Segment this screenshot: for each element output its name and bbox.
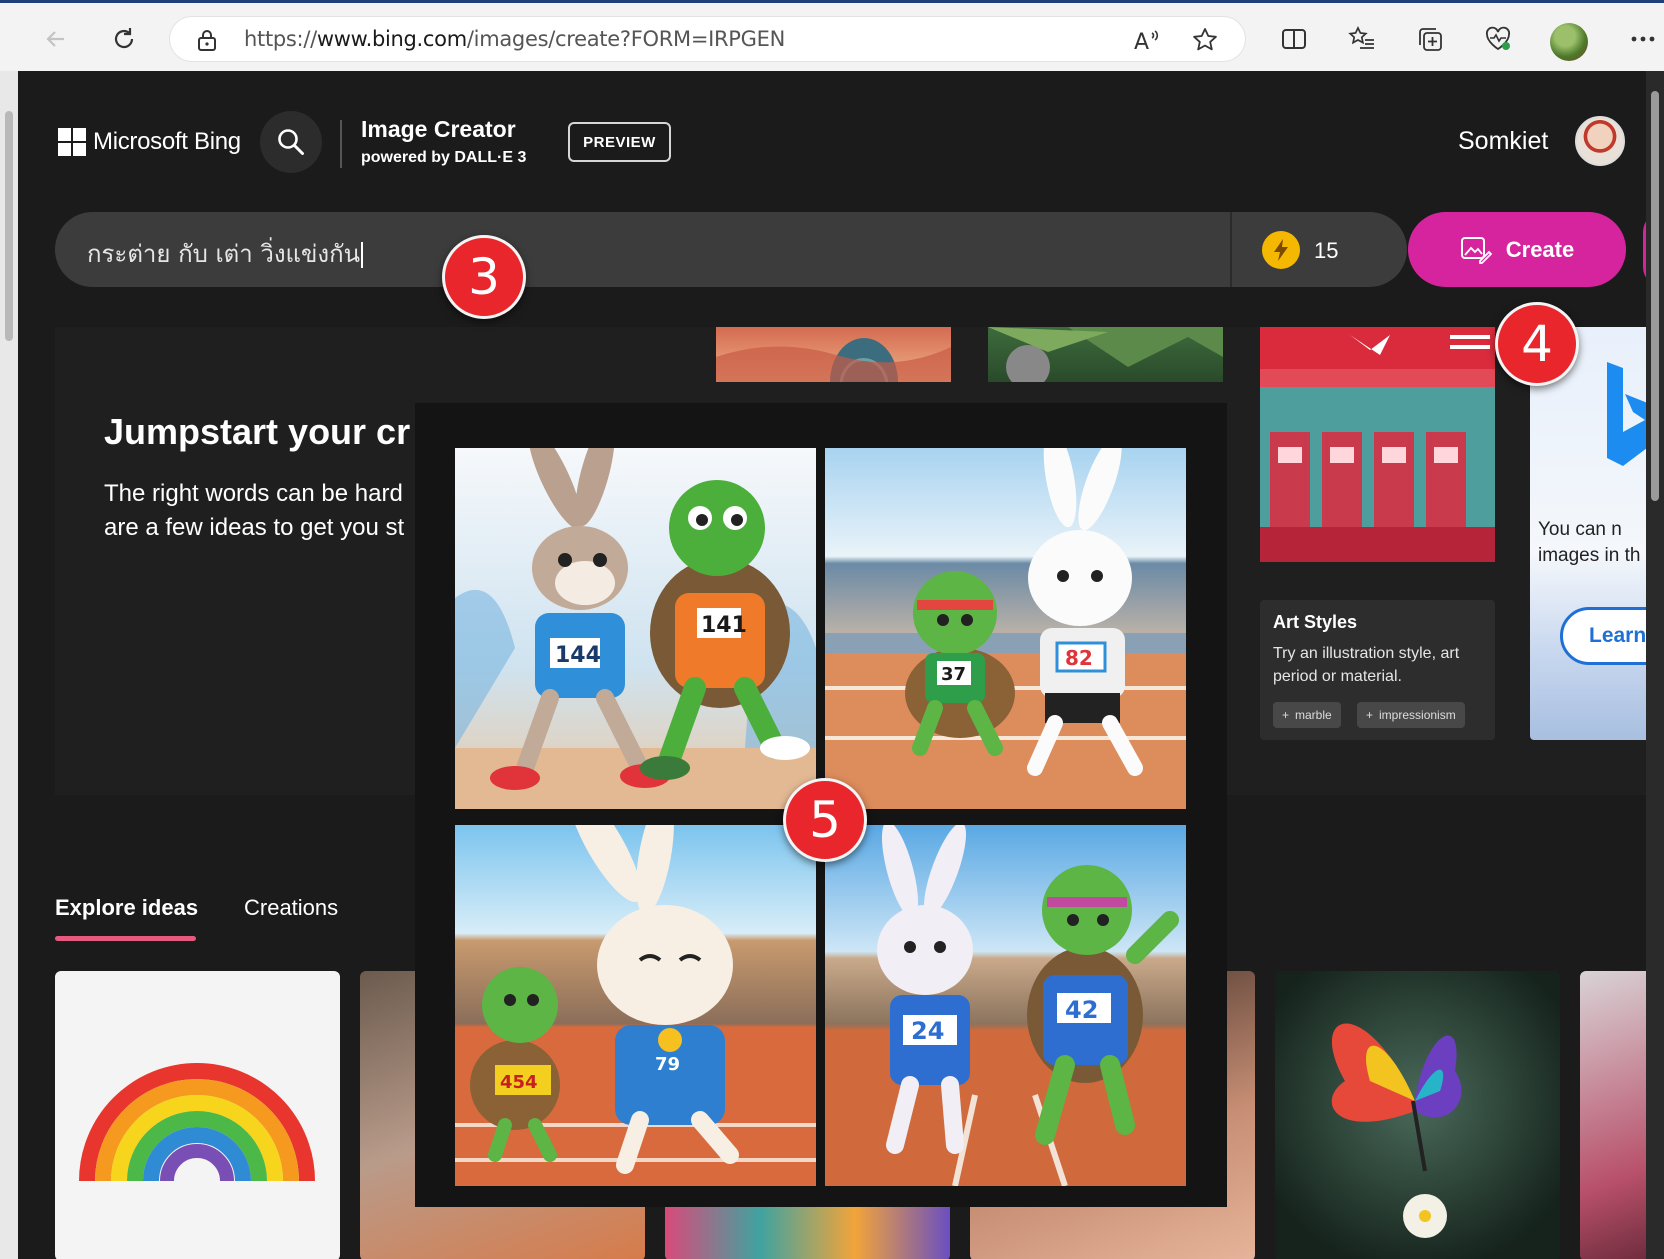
result-image-1[interactable]: 144 141	[455, 448, 816, 809]
callout-5: 5	[783, 778, 867, 862]
explore-card-butterfly[interactable]	[1275, 971, 1560, 1259]
brand-name[interactable]: Microsoft Bing	[93, 128, 241, 156]
split-screen-icon[interactable]	[1276, 21, 1312, 57]
result-4-rabbit-bib: 24	[911, 1017, 944, 1045]
result-image-2[interactable]: 37 82	[825, 448, 1186, 809]
favorites-icon[interactable]	[1344, 21, 1380, 57]
example-image-balloon[interactable]	[716, 327, 951, 382]
app-subtitle: powered by DALL·E 3	[361, 149, 527, 166]
sidebar-strip	[0, 71, 18, 1259]
bing-b-logo-icon	[1607, 362, 1646, 466]
text-caret	[361, 242, 364, 268]
tab-creations[interactable]: Creations	[244, 895, 338, 921]
boost-bolt-icon[interactable]	[1262, 231, 1300, 269]
refresh-icon[interactable]	[106, 21, 142, 57]
hero-title: Jumpstart your cr	[104, 411, 411, 452]
back-icon[interactable]	[38, 21, 74, 57]
browser-essentials-icon[interactable]	[1480, 21, 1516, 57]
create-label: Create	[1505, 236, 1575, 262]
read-aloud-icon[interactable]: A	[1132, 25, 1162, 55]
result-2-turtle-bib: 37	[941, 664, 966, 685]
art-styles-title: Art Styles	[1273, 612, 1358, 632]
prompt-bar: กระต่าย กับ เต่า วิ่งแข่งกัน 15	[55, 212, 1407, 287]
preview-badge: PREVIEW	[568, 122, 671, 162]
art-styles-card[interactable]: Art Styles Try an illustration style, ar…	[1260, 600, 1495, 740]
partial-button-edge[interactable]	[1643, 212, 1646, 287]
active-tab-indicator	[55, 936, 196, 941]
svg-text:A: A	[1134, 30, 1149, 53]
profile-icon[interactable]	[1550, 23, 1588, 61]
search-icon	[278, 129, 304, 155]
boost-count: 15	[1314, 238, 1339, 263]
learn-more-button[interactable]: Learn	[1560, 607, 1646, 665]
tab-explore-ideas[interactable]: Explore ideas	[55, 895, 198, 921]
art-styles-description: Try an illustration style, art period or…	[1273, 645, 1460, 685]
search-button[interactable]	[260, 111, 322, 173]
promo-text: You can n images in th	[1538, 519, 1641, 566]
result-1-rabbit-bib: 144	[555, 643, 601, 668]
header-divider	[340, 120, 342, 168]
url-text: https://www.bing.com/images/create?FORM=…	[244, 27, 786, 51]
chip-marble[interactable]: + marble	[1273, 702, 1341, 728]
more-icon[interactable]	[1625, 21, 1661, 57]
result-image-4[interactable]: 24 42	[825, 825, 1186, 1186]
user-avatar[interactable]	[1575, 116, 1625, 166]
app-title[interactable]: Image Creator	[361, 116, 516, 143]
favorite-star-icon[interactable]	[1190, 25, 1220, 55]
chip-impressionism[interactable]: + impressionism	[1357, 702, 1465, 728]
explore-card-rainbow[interactable]	[55, 971, 340, 1259]
lock-icon[interactable]	[192, 25, 222, 55]
plus-icon: +	[1282, 708, 1290, 722]
page-scrollbar[interactable]	[1646, 71, 1664, 1259]
scrollbar-thumb[interactable]	[1651, 91, 1659, 501]
art-styles-image[interactable]	[1260, 327, 1495, 562]
hero-description: The right words can be hard are a few id…	[104, 480, 405, 541]
user-name[interactable]: Somkiet	[1458, 127, 1548, 156]
example-image-forest[interactable]	[988, 327, 1223, 382]
explore-card-splash[interactable]	[1580, 971, 1646, 1259]
create-button[interactable]: Create	[1408, 212, 1626, 287]
result-1-turtle-bib: 141	[701, 613, 747, 638]
plus-icon: +	[1366, 708, 1374, 722]
result-3-rabbit-bib: 79	[655, 1054, 680, 1075]
result-image-3[interactable]: 79 454	[455, 825, 816, 1186]
result-3-turtle-bib: 454	[500, 1072, 538, 1093]
address-bar[interactable]: https://www.bing.com/images/create?FORM=…	[170, 17, 1245, 61]
prompt-divider	[1230, 212, 1232, 287]
prompt-input[interactable]: กระต่าย กับ เต่า วิ่งแข่งกัน	[87, 234, 364, 273]
result-2-rabbit-bib: 82	[1065, 646, 1093, 670]
microsoft-logo-icon[interactable]	[58, 128, 86, 156]
promo-card[interactable]: You can n images in th Learn	[1530, 327, 1646, 740]
create-image-icon	[1460, 236, 1492, 264]
browser-toolbar: https://www.bing.com/images/create?FORM=…	[0, 3, 1664, 71]
result-4-turtle-bib: 42	[1065, 996, 1098, 1024]
callout-4: 4	[1495, 302, 1579, 386]
collections-icon[interactable]	[1412, 21, 1448, 57]
callout-3: 3	[442, 235, 526, 319]
